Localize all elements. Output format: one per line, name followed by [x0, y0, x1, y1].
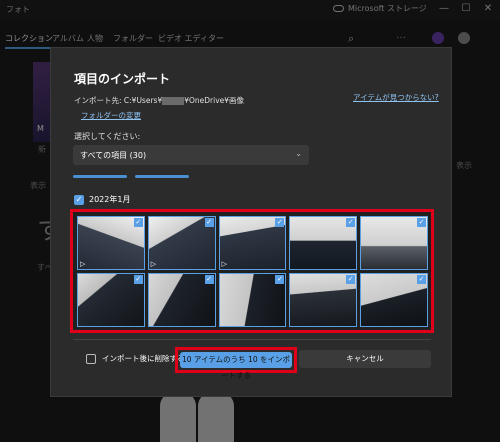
video-play-icon: ▷	[221, 260, 227, 268]
photo-thumbnail[interactable]: ✓	[360, 273, 428, 327]
items-not-found-link[interactable]: アイテムが見つからない?	[353, 92, 439, 103]
destination-prefix: インポート先: C:¥Users¥	[74, 96, 163, 105]
check-icon[interactable]: ✓	[346, 275, 356, 284]
change-folder-link[interactable]: フォルダーの変更	[81, 110, 141, 121]
check-icon[interactable]: ✓	[417, 218, 426, 227]
photo-thumbnail[interactable]: ✓ ▷	[77, 216, 145, 270]
month-group-header: ✓ 2022年1月	[74, 194, 130, 205]
check-icon[interactable]: ✓	[133, 275, 143, 284]
dropdown-value: すべての項目 (30)	[80, 151, 147, 160]
photo-thumbnail[interactable]: ✓	[289, 216, 358, 270]
photo-thumbnail[interactable]: ✓	[360, 216, 428, 270]
check-icon[interactable]: ✓	[204, 275, 214, 284]
check-icon[interactable]: ✓	[346, 218, 356, 227]
import-destination: インポート先: C:¥Users¥ ¥OneDrive¥画像	[74, 95, 244, 106]
photo-thumbnail[interactable]: ✓	[147, 273, 216, 327]
month-select-checkbox[interactable]: ✓	[74, 194, 84, 205]
month-label: 2022年1月	[89, 195, 131, 204]
delete-after-import-label: インポート後に削除する	[102, 354, 185, 363]
scroll-hint-bar	[73, 175, 127, 178]
scroll-hint-bar	[135, 175, 189, 178]
photo-thumbnail[interactable]: ✓	[289, 273, 358, 327]
photo-thumbnail[interactable]: ✓	[77, 273, 145, 327]
redacted-username	[162, 97, 185, 105]
check-icon[interactable]: ✓	[275, 218, 285, 227]
select-label: 選択してください:	[74, 132, 141, 141]
import-button-highlight: 10 アイテムのうち 10 をインポートする	[175, 347, 297, 380]
destination-suffix: ¥OneDrive¥画像	[184, 96, 245, 105]
video-play-icon: ▷	[80, 260, 86, 268]
item-filter-dropdown[interactable]: すべての項目 (30) ⌄	[73, 145, 309, 165]
footer-divider	[73, 339, 431, 340]
import-button[interactable]: 10 アイテムのうち 10 をインポートする	[180, 352, 292, 380]
delete-after-import-option[interactable]: インポート後に削除する	[86, 353, 185, 364]
photo-thumbnail[interactable]: ✓	[218, 273, 287, 327]
check-icon[interactable]: ✓	[275, 275, 285, 284]
delete-after-import-checkbox[interactable]	[86, 353, 96, 364]
video-play-icon: ▷	[150, 260, 157, 268]
dialog-title: 項目のインポート	[74, 72, 171, 86]
thumbnail-grid: ✓ ▷ ✓ ▷ ✓ ▷ ✓ ✓ ✓ ✓ ✓ ✓ ✓	[77, 216, 428, 327]
chevron-down-icon: ⌄	[295, 149, 302, 158]
import-dialog: 項目のインポート インポート先: C:¥Users¥ ¥OneDrive¥画像 フ…	[50, 47, 452, 397]
check-icon[interactable]: ✓	[204, 218, 214, 227]
photo-thumbnail[interactable]: ✓ ▷	[147, 216, 216, 270]
cancel-button[interactable]: キャンセル	[299, 350, 431, 368]
check-icon[interactable]: ✓	[417, 275, 426, 284]
photo-thumbnail[interactable]: ✓ ▷	[218, 216, 287, 270]
check-icon[interactable]: ✓	[133, 218, 143, 227]
thumbnail-grid-highlight: ✓ ▷ ✓ ▷ ✓ ▷ ✓ ✓ ✓ ✓ ✓ ✓ ✓	[70, 209, 434, 333]
